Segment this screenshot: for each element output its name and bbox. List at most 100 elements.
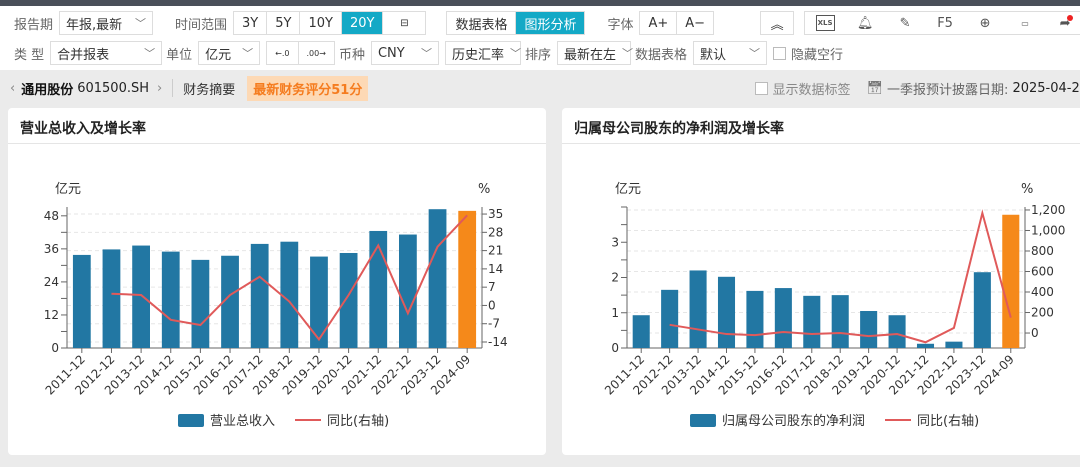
view-tabs: 数据表格 图形分析 <box>446 11 586 35</box>
bar <box>860 310 878 348</box>
add-circle-icon[interactable]: ⊕ <box>965 12 1005 34</box>
y-axis-label: 亿元 <box>615 182 641 197</box>
bar <box>774 288 792 348</box>
y-tick-label: 0 <box>611 341 619 355</box>
divider <box>172 79 174 97</box>
collapse-button[interactable]: ︽ <box>760 11 795 35</box>
score-badge[interactable]: 最新财务评分51分 <box>247 75 369 101</box>
time-range-label: 时间范围 <box>175 17 228 33</box>
bar <box>803 295 821 348</box>
decrease-decimal-icon[interactable]: ←.0 <box>267 42 299 64</box>
bar <box>250 243 269 348</box>
time-range-10y[interactable]: 10Y <box>300 12 342 34</box>
export-xls-icon[interactable]: XLS <box>805 12 845 34</box>
currency-value: CNY <box>377 45 405 61</box>
calendar-range-icon[interactable]: ⊟ <box>383 12 425 34</box>
bar <box>280 241 299 348</box>
bar <box>973 272 991 348</box>
legend-swatch-bar <box>178 414 204 427</box>
show-labels-checkbox[interactable] <box>754 81 768 95</box>
currency-label: 币种 <box>338 47 365 63</box>
y2-tick-label: 1,000 <box>1031 223 1065 237</box>
hide-empty-rows-label: 隐藏空行 <box>790 47 843 63</box>
font-decrease-button[interactable]: A− <box>677 12 713 34</box>
legend-label: 同比(右轴) <box>917 414 979 429</box>
y2-axis-label: % <box>1021 182 1033 197</box>
y-tick-label: 1 <box>611 306 619 320</box>
y2-tick-label: 600 <box>1031 265 1054 279</box>
font-label: 字体 <box>607 17 634 33</box>
tab-data-table[interactable]: 数据表格 <box>447 12 517 34</box>
time-range-group: 3Y 5Y 10Y 20Y ⊟ <box>233 11 427 35</box>
font-increase-button[interactable]: A+ <box>640 12 678 34</box>
bar <box>132 245 150 348</box>
unit-select[interactable]: 亿元 ﹀ <box>198 41 261 65</box>
bar <box>689 270 707 348</box>
y2-tick-label: 800 <box>1031 244 1054 258</box>
sort-select[interactable]: 最新在左 ﹀ <box>556 41 633 65</box>
bar <box>339 252 358 348</box>
chevron-up-double-icon: ︽ <box>770 17 784 33</box>
share-icon[interactable]: ➦ <box>1045 12 1080 34</box>
y-tick-label: 24 <box>44 275 59 289</box>
bar <box>746 290 764 348</box>
y2-tick-label: 400 <box>1031 285 1054 299</box>
bar <box>161 251 180 348</box>
section-title: 财务摘要 <box>183 82 236 98</box>
decimal-group: ←.0 .00→ <box>266 41 335 65</box>
bar <box>888 315 906 348</box>
y2-tick-label: 1,200 <box>1031 203 1065 217</box>
increase-decimal-icon[interactable]: .00→ <box>299 42 334 64</box>
chevron-down-icon: ﹀ <box>242 47 254 60</box>
bar <box>1002 214 1020 348</box>
tab-chart-analysis[interactable]: 图形分析 <box>516 12 585 34</box>
y-tick-label: 36 <box>44 242 59 256</box>
disclosure-date: 2025-04-29 <box>1012 80 1080 96</box>
y-tick-label: 2 <box>611 271 619 285</box>
bar <box>428 209 447 348</box>
time-range-3y[interactable]: 3Y <box>234 12 268 34</box>
exchange-rate-value: 历史汇率 <box>451 47 504 63</box>
show-labels-label: 显示数据标签 <box>772 82 851 98</box>
bar <box>369 230 388 348</box>
bar <box>191 259 210 348</box>
y2-tick-label: 21 <box>488 244 503 258</box>
bar <box>310 256 328 348</box>
type-select[interactable]: 合并报表 ﹀ <box>50 41 163 65</box>
notification-dot <box>1067 15 1074 21</box>
legend-label: 归属母公司股东的净利润 <box>722 413 865 429</box>
unit-label: 单位 <box>166 47 193 63</box>
y2-tick-label: 35 <box>488 207 503 221</box>
bell-icon[interactable]: 🔔︎ <box>845 12 885 34</box>
currency-select[interactable]: CNY ﹀ <box>370 41 439 65</box>
y-tick-label: 0 <box>51 341 59 355</box>
y2-tick-label: 0 <box>1031 326 1039 340</box>
word-export-icon[interactable]: ▭ <box>1005 12 1045 34</box>
company-name: 通用股份 <box>21 82 74 98</box>
bar <box>102 249 121 348</box>
revenue-chart: 亿元 %-14-707142128350122436482011-122012-1… <box>43 182 508 429</box>
report-period-select[interactable]: 年报,最新 ﹀ <box>59 11 154 35</box>
bar <box>831 295 849 348</box>
exchange-rate-select[interactable]: 历史汇率 ﹀ <box>444 41 521 65</box>
xls-label: XLS <box>815 15 835 31</box>
edit-icon[interactable]: ✎ <box>885 12 925 34</box>
y2-tick-label: 28 <box>488 225 503 239</box>
next-stock-icon[interactable]: › <box>157 81 162 96</box>
y2-tick-label: 14 <box>488 262 503 276</box>
disclosure-label: 一季报预计披露日期: <box>887 82 1009 98</box>
time-range-20y[interactable]: 20Y <box>341 12 384 34</box>
calendar-icon: 📅︎ <box>866 80 884 96</box>
refresh-f5-button[interactable]: F5 <box>925 12 965 34</box>
prev-stock-icon[interactable]: ‹ <box>10 81 15 96</box>
y-tick-label: 12 <box>44 308 59 322</box>
bar <box>399 234 417 348</box>
table-format-select[interactable]: 默认 ﹀ <box>692 41 767 65</box>
bar <box>916 343 935 348</box>
toolbar: 报告期 年报,最新 ﹀ 时间范围 3Y 5Y 10Y 20Y ⊟ 数据表格 图形分… <box>0 6 1080 70</box>
sort-value: 最新在左 <box>563 47 616 63</box>
bar <box>72 254 91 348</box>
hide-empty-rows-checkbox[interactable] <box>772 46 786 60</box>
y2-tick-label: -7 <box>488 317 500 331</box>
time-range-5y[interactable]: 5Y <box>267 12 301 34</box>
